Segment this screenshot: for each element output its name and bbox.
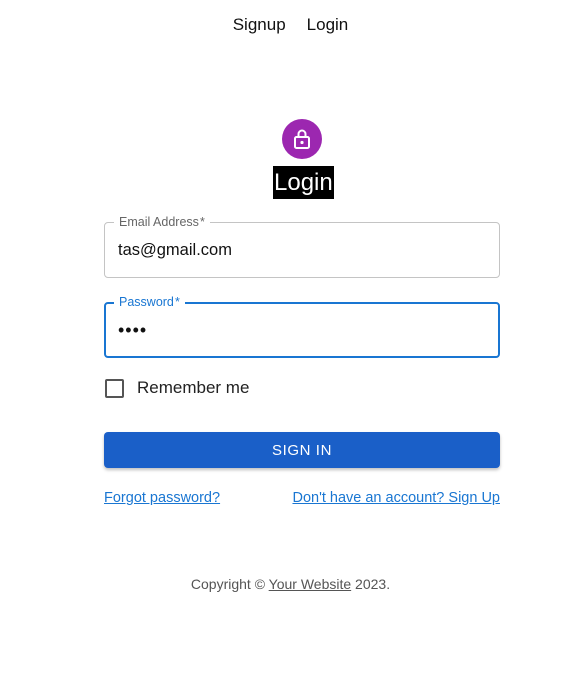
email-field[interactable]: Email Address * tas@gmail.com [104,215,500,278]
nav-login-link[interactable]: Login [307,14,349,36]
checkbox-icon[interactable] [105,378,124,398]
copyright-prefix: Copyright © [190,576,266,592]
forgot-password-link[interactable]: Forgot password? [104,489,220,507]
password-field[interactable]: Password * •••• [104,295,500,358]
avatar [282,119,322,159]
top-nav: Signup Login [0,14,581,36]
sign-in-button[interactable]: Sign In [104,432,500,468]
email-input[interactable]: tas@gmail.com [118,223,478,277]
signup-link[interactable]: Don't have an account? Sign Up [292,489,500,507]
page-title: Login [273,166,334,199]
copyright: Copyright © Your Website 2023. [0,575,581,593]
remember-me-checkbox[interactable]: Remember me [104,377,249,399]
website-link[interactable]: Your Website [269,576,352,592]
password-input[interactable]: •••• [118,304,478,356]
copyright-year: 2023. [355,576,391,592]
nav-signup-link[interactable]: Signup [233,14,286,36]
lock-icon [294,129,310,149]
remember-me-label: Remember me [137,378,250,397]
